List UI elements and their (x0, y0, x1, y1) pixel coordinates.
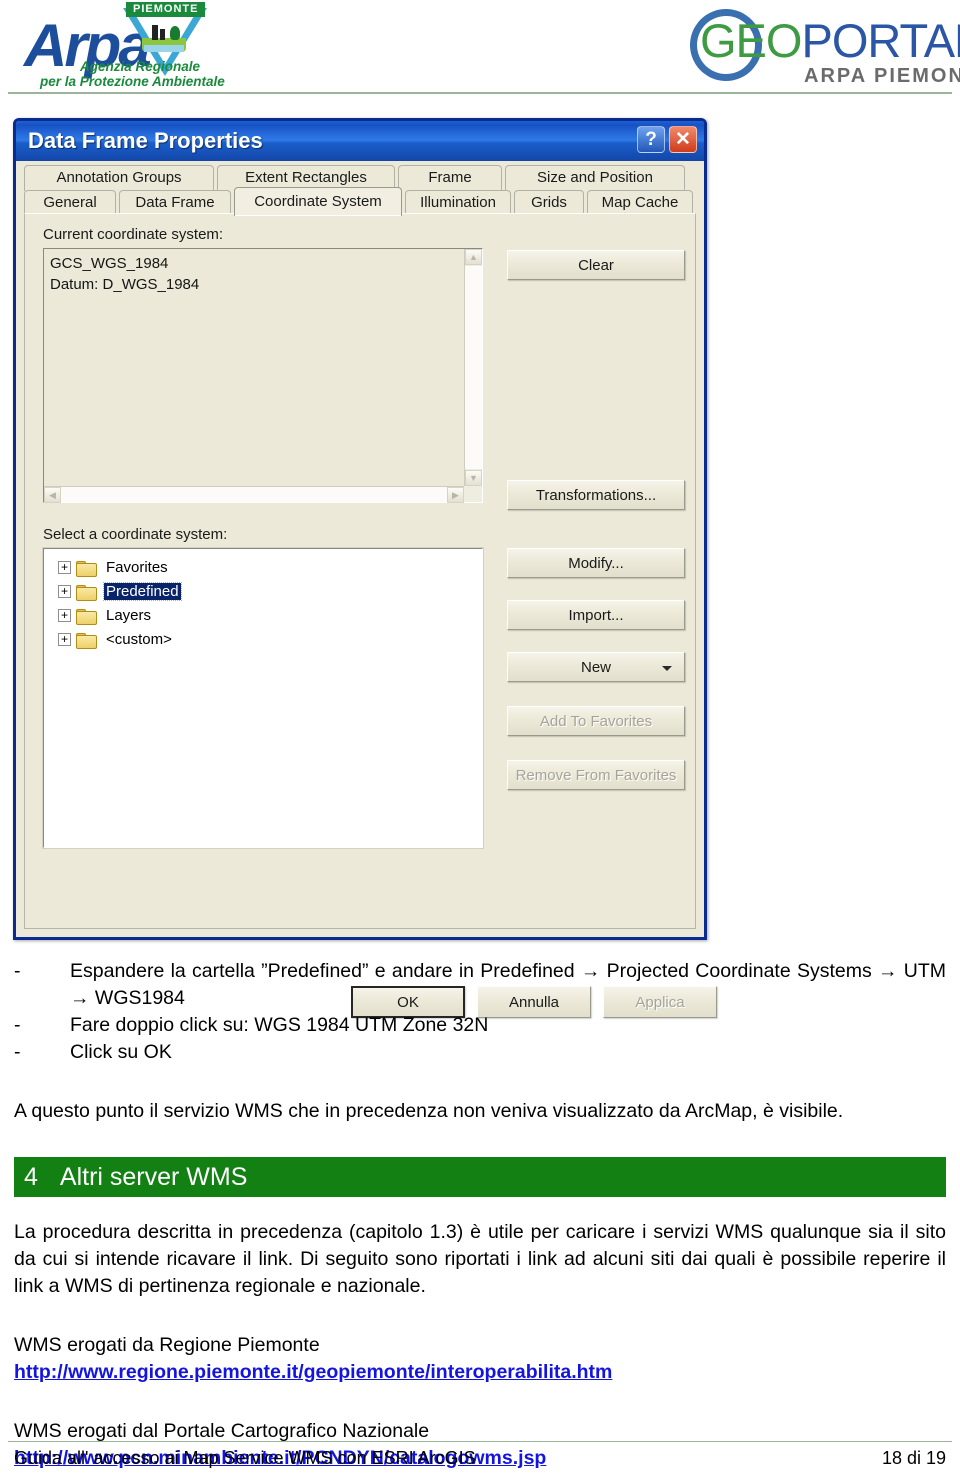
clear-button[interactable]: Clear (507, 250, 685, 280)
document-body: - Espandere la cartella ”Predefined” e a… (14, 958, 946, 1472)
arpa-subtitle-line1: Agenzia Regionale (80, 59, 201, 74)
list-item-text: Espandere la cartella ”Predefined” e and… (70, 960, 946, 1009)
intro-paragraph: A questo punto il servizio WMS che in pr… (14, 1100, 844, 1122)
bullet-marker: - (14, 960, 21, 982)
section-title: Altri server WMS (59, 1163, 248, 1191)
wms-regione-link[interactable]: http://www.regione.piemonte.it/geopiemon… (14, 1359, 612, 1386)
new-button[interactable]: New (507, 652, 685, 682)
current-coordinate-system-label: Current coordinate system: (43, 226, 224, 243)
cs-vertical-scrollbar[interactable]: ▲ ▼ (464, 249, 482, 486)
scroll-down-icon[interactable]: ▼ (465, 470, 482, 486)
tab-coordinate-system[interactable]: Coordinate System (234, 187, 402, 216)
arpa-piemonte-banner: PIEMONTE (126, 2, 206, 17)
current-coordinate-system-box: GCS_WGS_1984 Datum: D_WGS_1984 ▲ ▼ ◀ ▶ (43, 248, 483, 503)
geoportale-wordmark: GEOPORTALE (700, 17, 960, 64)
chevron-down-icon[interactable] (662, 666, 672, 671)
geoportale-geo-text: GEO (700, 14, 802, 67)
arpa-logo: Arpa PIEMONTE Agenzia Regionale per la P… (18, 2, 225, 90)
page-header: Arpa PIEMONTE Agenzia Regionale per la P… (0, 0, 960, 96)
new-button-label: New (580, 658, 611, 676)
bullet-marker: - (14, 1014, 21, 1036)
list-item-text: Fare doppio click su: WGS 1984 UTM Zone … (70, 1014, 489, 1036)
tab-frame[interactable]: Frame (398, 165, 502, 191)
expand-icon[interactable]: + (58, 584, 71, 598)
help-icon[interactable]: ? (637, 126, 665, 153)
tree-item-label: Predefined (103, 581, 182, 601)
remove-from-favorites-button[interactable]: Remove From Favorites (507, 760, 685, 790)
scroll-up-icon[interactable]: ▲ (465, 249, 482, 265)
tree-item-label: <custom> (106, 630, 172, 648)
list-item: - Click su OK (14, 1039, 946, 1066)
expand-icon[interactable]: + (58, 608, 71, 622)
section-heading: 4 Altri server WMS (14, 1157, 946, 1197)
coordinate-system-tree[interactable]: + Favorites + Predefined + Layers + <cus… (42, 547, 484, 849)
cs-horizontal-scrollbar[interactable]: ◀ ▶ (44, 486, 464, 503)
tree-item-layers[interactable]: + Layers (44, 603, 482, 627)
tree-item-custom[interactable]: + <custom> (44, 627, 482, 651)
tab-annotation-groups[interactable]: Annotation Groups (24, 165, 214, 191)
modify-button[interactable]: Modify... (507, 548, 685, 578)
section-number: 4 (24, 1163, 38, 1191)
instruction-list: - Espandere la cartella ”Predefined” e a… (14, 958, 946, 1066)
add-to-favorites-button[interactable]: Add To Favorites (507, 706, 685, 736)
scrollbar-corner (464, 486, 482, 502)
data-frame-properties-dialog: Data Frame Properties ? ✕ Annotation Gro… (13, 118, 717, 1018)
list-item: - Espandere la cartella ”Predefined” e a… (14, 958, 946, 1012)
import-button[interactable]: Import... (507, 600, 685, 630)
folder-icon (76, 632, 97, 649)
header-divider (8, 92, 952, 94)
arpa-subtitle-line2: per la Protezione Ambientale (40, 74, 225, 89)
arpa-landscape-icon (140, 24, 188, 52)
coordinate-system-panel: Current coordinate system: GCS_WGS_1984 … (24, 213, 717, 1018)
dialog-tabs: Annotation Groups Extent Rectangles Fram… (24, 165, 696, 217)
tree-item-label: Layers (106, 606, 152, 624)
current-coordinate-system-value: GCS_WGS_1984 Datum: D_WGS_1984 (50, 255, 200, 293)
page-footer: Guida all' accesso ai Map Service WMS co… (14, 1446, 946, 1470)
geoportale-subtitle: ARPA PIEMONTE (804, 65, 960, 87)
dialog-titlebar: Data Frame Properties ? ✕ (16, 121, 704, 161)
bullet-marker: - (14, 1041, 21, 1063)
geoportale-logo: GEOPORTALE ARPA PIEMONTE (618, 0, 960, 96)
expand-icon[interactable]: + (58, 632, 71, 646)
dialog-title: Data Frame Properties (28, 128, 263, 153)
tree-item-favorites[interactable]: + Favorites (44, 555, 482, 579)
main-paragraph: La procedura descritta in precedenza (ca… (14, 1221, 946, 1297)
scroll-left-icon[interactable]: ◀ (44, 487, 61, 503)
transformations-button[interactable]: Transformations... (507, 480, 685, 510)
folder-icon (76, 584, 97, 601)
list-item-text: Click su OK (70, 1041, 172, 1063)
geoportale-portale-text: PORTALE (801, 14, 960, 67)
footer-divider (8, 1441, 952, 1442)
titlebar-buttons: ? ✕ (637, 126, 697, 153)
tree-item-label: Favorites (106, 558, 168, 576)
tab-size-and-position[interactable]: Size and Position (505, 165, 685, 191)
page-number: 18 di 19 (881, 1448, 946, 1468)
wms-regione-label: WMS erogati da Regione Piemonte (14, 1334, 320, 1356)
expand-icon[interactable]: + (58, 560, 71, 574)
scroll-right-icon[interactable]: ▶ (447, 487, 464, 503)
select-coordinate-system-label: Select a coordinate system: (43, 526, 228, 543)
list-item: - Fare doppio click su: WGS 1984 UTM Zon… (14, 1012, 946, 1039)
footer-title: Guida all' accesso ai Map Service WMS co… (14, 1448, 476, 1468)
folder-icon (76, 560, 97, 577)
folder-icon (76, 608, 97, 625)
tree-item-predefined[interactable]: + Predefined (44, 579, 482, 603)
close-icon[interactable]: ✕ (669, 126, 697, 153)
